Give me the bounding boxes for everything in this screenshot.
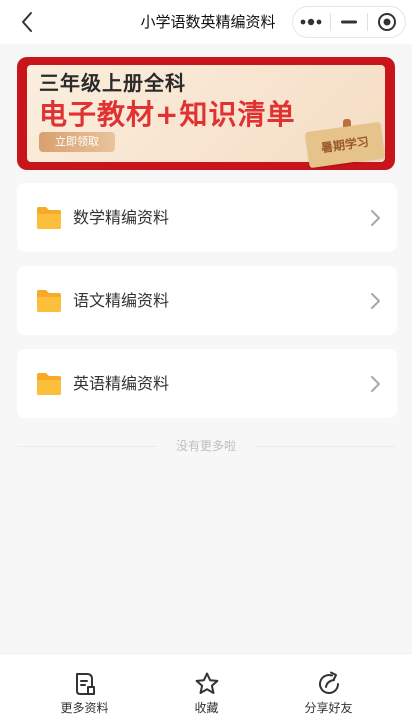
banner-subtitle: 三年级上册全科 [39,71,186,95]
back-button[interactable] [14,9,40,35]
promo-banner[interactable]: 三年级上册全科 电子教材+知识清单 立即领取 暑期学习 [17,57,395,170]
list-item-english[interactable]: 英语精编资料 [17,349,397,418]
more-button[interactable] [293,7,330,37]
folder-icon [37,373,61,395]
divider-line [17,446,157,447]
star-icon [195,672,219,694]
chevron-right-icon [371,293,380,309]
folder-icon [37,207,61,229]
page-title: 小学语数英精编资料 [140,13,276,31]
end-of-list-divider: 没有更多啦 [17,436,395,456]
document-icon [76,673,95,695]
tab-label: 分享好友 [304,701,353,715]
banner-headline: 电子教材+知识清单 [39,98,296,131]
list-item-math[interactable]: 数学精编资料 [17,183,397,252]
tab-label: 收藏 [194,701,219,715]
chevron-right-icon [371,376,380,392]
bottom-tab-bar: 更多资料 收藏 分享好友 [0,653,412,727]
close-button[interactable] [368,7,405,37]
minimize-button[interactable] [331,7,368,37]
chevron-left-icon [22,12,32,32]
tab-label: 更多资料 [60,701,109,715]
end-of-list-text: 没有更多啦 [175,439,236,453]
target-circle-icon [377,13,396,31]
list-item-chinese[interactable]: 语文精编资料 [17,266,397,335]
list-item-label: 英语精编资料 [73,374,170,393]
tab-favorites[interactable]: 收藏 [138,654,275,727]
mini-program-capsule [292,6,406,38]
tab-more-materials[interactable]: 更多资料 [16,654,153,727]
divider-line [255,446,395,447]
more-dots-icon [300,18,322,26]
top-navigation-bar: 小学语数英精编资料 [0,0,412,44]
folder-icon [37,290,61,312]
list-item-label: 语文精编资料 [73,291,170,310]
tab-share-friends[interactable]: 分享好友 [260,654,397,727]
list-item-label: 数学精编资料 [73,208,170,227]
banner-cta-button[interactable]: 立即领取 [39,132,115,152]
share-icon [319,671,339,694]
minus-icon [341,20,357,24]
chevron-right-icon [371,210,380,226]
